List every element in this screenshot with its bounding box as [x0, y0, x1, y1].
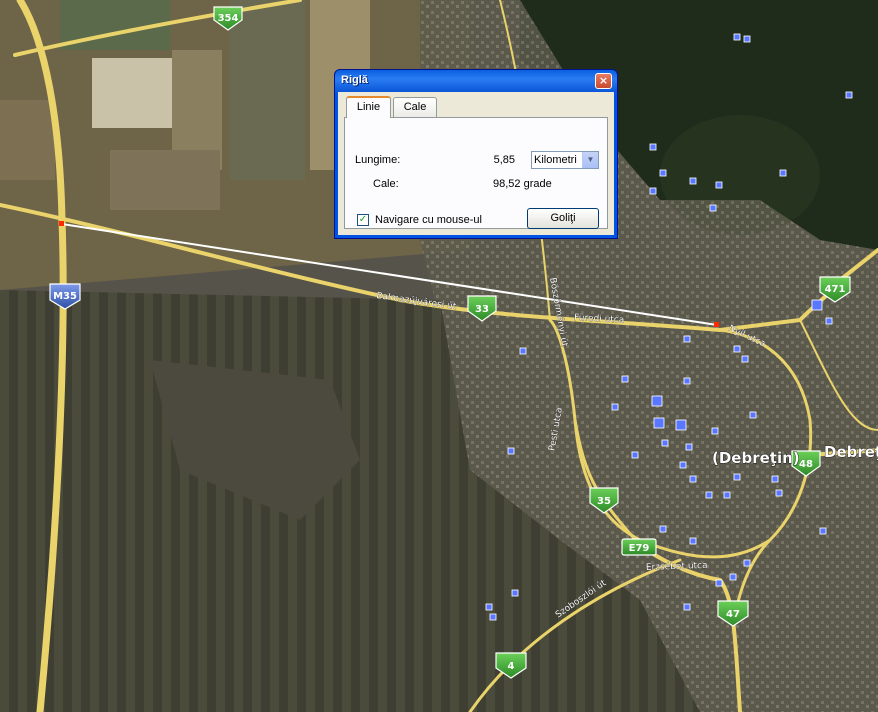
svg-text:M35: M35 [53, 291, 77, 302]
svg-text:471: 471 [825, 284, 846, 295]
tab-linie[interactable]: Linie [346, 96, 391, 118]
length-label: Lungime: [355, 154, 401, 166]
mouse-nav-checkbox[interactable]: ✓ [357, 214, 369, 226]
svg-text:E79: E79 [629, 543, 650, 554]
close-icon[interactable]: × [595, 73, 612, 89]
heading-value: 98,52 grade [493, 178, 552, 190]
field-patch [110, 150, 220, 210]
label-erzsebet: Erzsébet utca [646, 560, 708, 573]
unit-select[interactable]: Kilometri ▼ [531, 151, 599, 169]
city-label-debretin: (Debreţin) [712, 449, 800, 467]
unit-select-value: Kilometri [534, 154, 577, 166]
field-patch [0, 100, 55, 180]
svg-text:48: 48 [799, 459, 813, 470]
chevron-down-icon[interactable]: ▼ [582, 152, 598, 168]
tab-cale[interactable]: Cale [393, 97, 437, 117]
dialog-titlebar[interactable]: Riglă × [335, 70, 617, 92]
tab-panel: Lungime: 5,85 Kilometri ▼ Cale: 98,52 gr… [344, 117, 608, 229]
dialog-body: Linie Cale Lungime: 5,85 Kilometri ▼ Cal… [338, 92, 614, 235]
svg-text:33: 33 [475, 304, 489, 315]
svg-text:47: 47 [726, 609, 740, 620]
field-patch [92, 58, 172, 128]
field-patch [230, 0, 305, 180]
svg-text:4: 4 [508, 661, 515, 672]
ruler-start-marker[interactable] [59, 221, 64, 226]
svg-text:354: 354 [218, 13, 239, 24]
heading-label: Cale: [373, 178, 399, 190]
ruler-dialog: Riglă × Linie Cale Lungime: 5,85 Kilomet… [334, 69, 618, 239]
dialog-title: Riglă [341, 74, 368, 86]
length-value: 5,85 [493, 154, 515, 166]
city-label-debrecen: Debreţ [824, 443, 878, 461]
mouse-nav-label: Navigare cu mouse-ul [375, 214, 482, 226]
clear-button[interactable]: Goliţi [527, 208, 599, 229]
svg-text:35: 35 [597, 496, 611, 507]
ruler-end-marker[interactable] [714, 322, 719, 327]
shield-e79: E79 [621, 538, 657, 556]
